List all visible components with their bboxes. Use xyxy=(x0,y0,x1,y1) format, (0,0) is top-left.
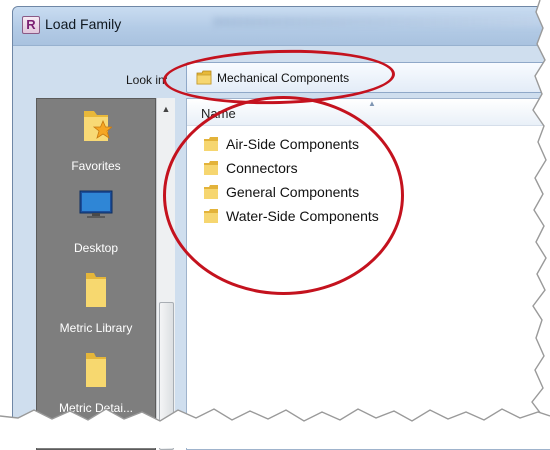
folder-icon xyxy=(86,273,106,307)
places-item-metric-detail[interactable] xyxy=(37,351,155,394)
places-item-partial[interactable] xyxy=(37,427,155,448)
sort-ascending-icon: ▲ xyxy=(368,99,376,108)
folder-icon xyxy=(86,353,106,387)
revit-app-icon: R xyxy=(22,16,40,34)
places-bar: Favorites Desktop Metric Library Metric … xyxy=(36,98,156,450)
blurred-background-tabs xyxy=(213,17,543,27)
desktop-icon xyxy=(79,190,113,218)
places-label-desktop: Desktop xyxy=(73,241,119,255)
look-in-label: Look in: xyxy=(126,73,169,87)
places-item-desktop[interactable] xyxy=(37,189,155,224)
places-label-metric-library: Metric Library xyxy=(59,321,133,335)
places-scrollbar[interactable]: ▲ xyxy=(156,98,175,450)
places-label-metric-detail: Metric Detai... xyxy=(58,401,133,415)
places-item-favorites[interactable] xyxy=(37,107,155,148)
favorites-folder-icon xyxy=(84,111,114,141)
folder-icon xyxy=(88,429,104,443)
scroll-up-arrow-icon[interactable]: ▲ xyxy=(157,104,175,114)
annotation-ellipse-folder-list xyxy=(163,96,404,295)
places-label-favorites: Favorites xyxy=(71,159,121,173)
scrollbar-thumb[interactable] xyxy=(159,302,174,450)
window-title: Load Family xyxy=(45,16,122,32)
title-bar[interactable]: R Load Family xyxy=(13,7,550,46)
places-item-metric-library[interactable] xyxy=(37,271,155,314)
screenshot: R Load Family Look in: Mechanical Compon… xyxy=(0,0,550,450)
